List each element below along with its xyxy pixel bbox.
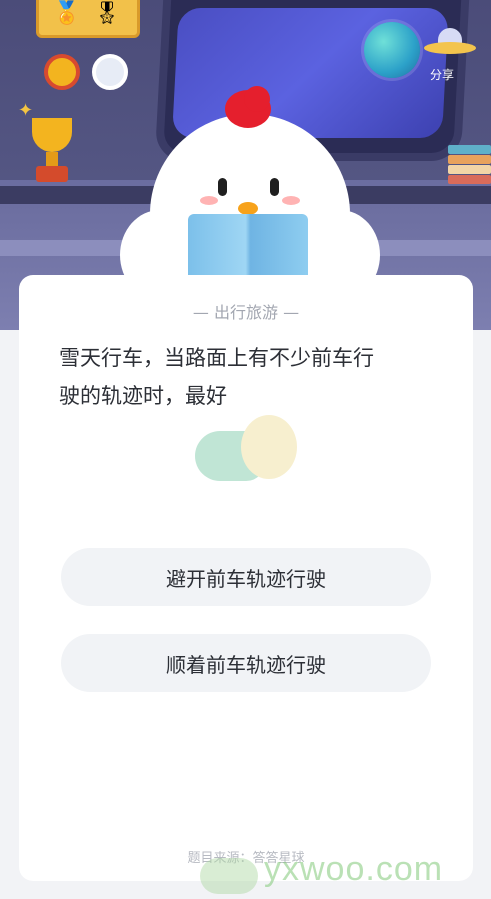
medal-plaque: 🏅 🎖 xyxy=(36,0,140,38)
chick-eye-right xyxy=(270,178,279,196)
silver-medal-icon: 🎖 xyxy=(93,1,121,26)
silver-badge-icon xyxy=(92,54,128,90)
question-text: 雪天行车，当路面上有不少前车行 驶的轨迹时，最好 xyxy=(59,339,439,415)
option-button-2[interactable]: 顺着前车轨迹行驶 xyxy=(61,634,431,692)
gold-medal-icon: 🏅 xyxy=(53,1,81,26)
question-line-2: 驶的轨迹时，最好 xyxy=(59,384,227,408)
question-card: — 出行旅游 — 雪天行车，当路面上有不少前车行 驶的轨迹时，最好 避开前车轨迹… xyxy=(19,275,473,881)
option-button-1[interactable]: 避开前车轨迹行驶 xyxy=(61,548,431,606)
watermark-logo-icon xyxy=(200,858,258,894)
share-button[interactable]: 分享 xyxy=(430,66,454,83)
chick-eye-left xyxy=(218,178,227,196)
books-stack xyxy=(448,145,491,185)
question-category: — 出行旅游 — xyxy=(192,303,300,322)
snail-mascot-icon xyxy=(195,415,299,485)
question-line-1: 雪天行车，当路面上有不少前车行 xyxy=(59,346,374,370)
bronze-badge-icon xyxy=(44,54,80,90)
ufo-share-icon[interactable] xyxy=(424,28,476,58)
trophy-icon xyxy=(24,118,80,188)
watermark-text: yxwoo.com xyxy=(264,850,444,888)
globe-icon xyxy=(364,22,420,78)
